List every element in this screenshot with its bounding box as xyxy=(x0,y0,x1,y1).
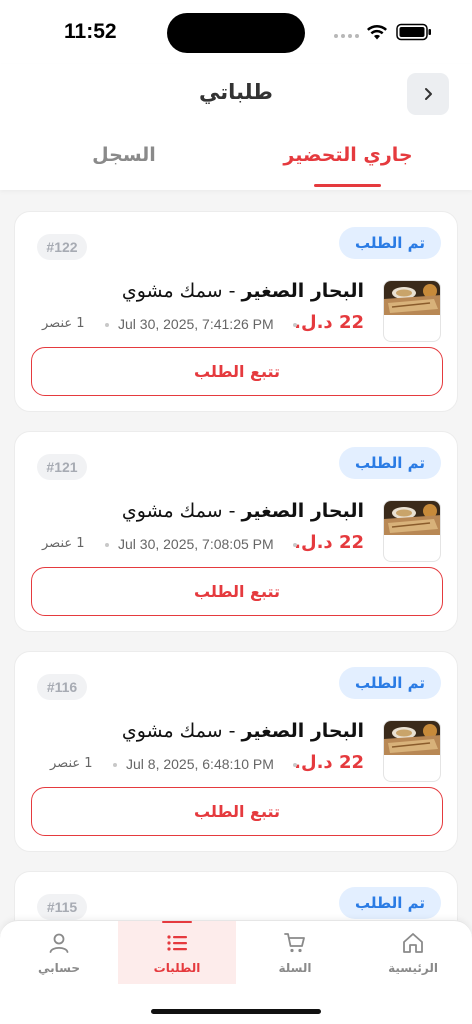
nav-cart[interactable]: السلة xyxy=(236,921,354,985)
meta-separator xyxy=(113,763,117,767)
status-badge: تم الطلب xyxy=(339,667,441,699)
nav-account[interactable]: حسابي xyxy=(0,921,118,985)
list-icon xyxy=(167,935,187,951)
food-image-icon xyxy=(384,721,440,755)
food-thumbnail xyxy=(383,720,441,782)
nav-account-label: حسابي xyxy=(37,961,80,975)
restaurant-name: البحار الصغير xyxy=(241,280,364,302)
order-date: Jul 8, 2025, 6:48:10 PM xyxy=(126,756,274,772)
meta-separator xyxy=(293,323,297,327)
user-icon xyxy=(49,933,69,953)
item-name: سمك مشوي xyxy=(121,500,223,522)
order-price: 22 د.ل. xyxy=(294,532,364,553)
track-order-button[interactable]: تتبع الطلب xyxy=(31,347,443,396)
status-badge: تم الطلب xyxy=(339,887,441,919)
battery-icon xyxy=(396,23,431,41)
food-thumbnail xyxy=(383,500,441,562)
restaurant-name: البحار الصغير xyxy=(241,720,364,742)
order-card[interactable]: تم الطلب #121 البحار الصغير - سمك مشوي 2… xyxy=(14,431,458,632)
order-price: 22 د.ل. xyxy=(294,312,364,333)
order-card[interactable]: تم الطلب #116 البحار الصغير - سمك مشوي 2… xyxy=(14,651,458,852)
nav-orders-label: الطلبات xyxy=(153,961,201,975)
order-title: البحار الصغير - سمك مشوي xyxy=(122,500,364,522)
order-number: #122 xyxy=(37,234,87,260)
order-title: البحار الصغير - سمك مشوي xyxy=(122,280,364,302)
title-separator: - xyxy=(222,500,242,522)
order-title: البحار الصغير - سمك مشوي xyxy=(122,720,364,742)
nav-home[interactable]: الرئيسية xyxy=(354,921,472,985)
status-badge: تم الطلب xyxy=(339,447,441,479)
restaurant-name: البحار الصغير xyxy=(241,500,364,522)
order-number: #115 xyxy=(37,894,87,920)
meta-separator xyxy=(105,543,109,547)
item-count: 1 عنصر xyxy=(50,756,93,771)
status-bar: 11:52 xyxy=(0,0,472,64)
item-name: سمك مشوي xyxy=(121,720,223,742)
item-count: 1 عنصر xyxy=(42,316,85,331)
order-number: #116 xyxy=(37,674,87,700)
meta-separator xyxy=(293,543,297,547)
wifi-icon xyxy=(367,25,387,40)
nav-cart-label: السلة xyxy=(278,961,312,975)
tab-in-progress[interactable]: جاري التحضير xyxy=(266,144,430,166)
order-date: Jul 30, 2025, 7:41:26 PM xyxy=(118,316,274,332)
food-image-icon xyxy=(384,501,440,535)
header: طلباتي جاري التحضير السجل xyxy=(0,64,472,190)
order-number: #121 xyxy=(37,454,87,480)
cart-icon xyxy=(284,933,305,953)
item-count: 1 عنصر xyxy=(42,536,85,551)
home-indicator xyxy=(151,1009,321,1014)
title-separator: - xyxy=(222,280,242,302)
order-card[interactable]: تم الطلب #122 البحار الصغير - سمك مشوي 2… xyxy=(14,211,458,412)
home-icon xyxy=(403,933,423,953)
track-order-button[interactable]: تتبع الطلب xyxy=(31,567,443,616)
nav-active-indicator xyxy=(162,921,192,923)
track-order-button[interactable]: تتبع الطلب xyxy=(31,787,443,836)
nav-home-label: الرئيسية xyxy=(388,961,438,975)
meta-separator xyxy=(105,323,109,327)
item-name: سمك مشوي xyxy=(121,280,223,302)
food-image-icon xyxy=(384,281,440,315)
meta-separator xyxy=(293,763,297,767)
page-title: طلباتي xyxy=(199,80,273,104)
nav-orders[interactable]: الطلبات xyxy=(118,921,236,984)
status-badge: تم الطلب xyxy=(339,227,441,259)
title-separator: - xyxy=(222,720,242,742)
order-date: Jul 30, 2025, 7:08:05 PM xyxy=(118,536,274,552)
food-thumbnail xyxy=(383,280,441,342)
cellular-signal-icon xyxy=(334,34,359,38)
order-price: 22 د.ل. xyxy=(294,752,364,773)
tab-history[interactable]: السجل xyxy=(46,144,202,166)
dynamic-island xyxy=(167,13,305,53)
active-tab-indicator xyxy=(314,184,381,187)
status-time: 11:52 xyxy=(64,20,117,43)
